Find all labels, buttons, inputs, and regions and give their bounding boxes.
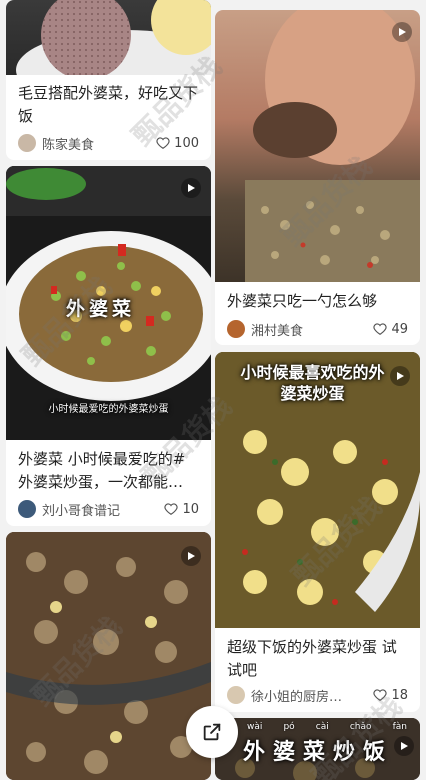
feed-card[interactable]: 毛豆搭配外婆菜，好吃又下饭 陈家美食 100 xyxy=(6,0,211,160)
like-count: 49 xyxy=(391,321,408,337)
card-cover-image xyxy=(215,10,420,282)
cover-overlay-caption: 小时候最爱吃的外婆菜炒蛋 xyxy=(48,404,169,415)
author-avatar[interactable] xyxy=(18,134,36,152)
feed-card[interactable]: 小时候最喜欢吃的外婆菜炒蛋 超级下饭的外婆菜炒蛋 试试吧 徐小姐的厨房… 18 xyxy=(215,352,420,712)
card-title: 外婆菜 小时候最爱吃的#外婆菜炒蛋，一次都能… xyxy=(18,450,186,491)
card-meta: 刘小哥食谱记 10 xyxy=(18,498,199,520)
share-icon xyxy=(203,723,221,741)
cover-overlay-title: 外婆菜炒饭 xyxy=(243,740,394,765)
play-icon xyxy=(188,184,195,192)
cover-overlay-title: 外婆菜 xyxy=(66,298,136,320)
card-title: 毛豆搭配外婆菜，好吃又下饭 xyxy=(18,84,199,125)
author-avatar[interactable] xyxy=(227,320,245,338)
pinyin-syllable: chǎo xyxy=(349,722,372,732)
pinyin-syllable: pó xyxy=(283,722,295,732)
like-button[interactable]: 100 xyxy=(156,136,199,151)
video-indicator xyxy=(392,22,412,42)
like-count: 100 xyxy=(174,135,199,151)
like-count: 10 xyxy=(182,501,199,517)
feed-card[interactable]: 外婆菜 小时候最爱吃的外婆菜炒蛋 外婆菜 小时候最爱吃的#外婆菜炒蛋，一次都能…… xyxy=(6,166,211,526)
card-meta: 陈家美食 100 xyxy=(18,132,199,154)
heart-outline-icon xyxy=(373,323,388,335)
cover-pinyin: wài pó cài chǎo fàn xyxy=(247,722,407,732)
pinyin-syllable: wài xyxy=(247,722,263,732)
card-title: 外婆菜只吃一勺怎么够 xyxy=(227,292,378,310)
cover-overlay-title: 小时候最喜欢吃的外婆菜炒蛋 xyxy=(240,363,385,403)
pinyin-syllable: cài xyxy=(315,722,329,732)
recipe-feed: 毛豆搭配外婆菜，好吃又下饭 陈家美食 100 外婆菜只吃一勺怎么够 湘村美食 4… xyxy=(0,0,426,780)
like-button[interactable]: 49 xyxy=(373,322,408,337)
card-cover-image xyxy=(6,0,211,75)
card-meta: 湘村美食 49 xyxy=(227,318,408,340)
heart-outline-icon xyxy=(164,503,179,515)
video-indicator xyxy=(394,736,414,756)
feed-card[interactable]: wài pó cài chǎo fàn 外婆菜炒饭 xyxy=(215,718,420,780)
card-meta: 徐小姐的厨房… 18 xyxy=(227,684,408,706)
like-button[interactable]: 10 xyxy=(164,502,199,517)
card-cover-image xyxy=(6,532,211,780)
play-icon xyxy=(401,742,408,750)
author-avatar[interactable] xyxy=(227,686,245,704)
like-button[interactable]: 18 xyxy=(373,688,408,703)
author-name[interactable]: 湘村美食 xyxy=(251,320,373,339)
play-icon xyxy=(397,372,404,380)
author-name[interactable]: 陈家美食 xyxy=(42,134,156,153)
video-indicator xyxy=(181,546,201,566)
video-indicator xyxy=(390,366,410,386)
play-icon xyxy=(188,552,195,560)
author-name[interactable]: 刘小哥食谱记 xyxy=(42,500,164,519)
heart-outline-icon xyxy=(156,137,170,149)
video-indicator xyxy=(181,178,201,198)
heart-outline-icon xyxy=(373,689,388,701)
card-title: 超级下饭的外婆菜炒蛋 试试吧 xyxy=(227,638,397,679)
pinyin-syllable: fàn xyxy=(392,722,407,732)
play-icon xyxy=(399,28,406,36)
feed-card[interactable]: 外婆菜只吃一勺怎么够 湘村美食 49 xyxy=(215,10,420,345)
author-name[interactable]: 徐小姐的厨房… xyxy=(251,686,373,705)
author-avatar[interactable] xyxy=(18,500,36,518)
feed-card[interactable] xyxy=(6,532,211,780)
share-button[interactable] xyxy=(186,706,238,758)
like-count: 18 xyxy=(391,687,408,703)
